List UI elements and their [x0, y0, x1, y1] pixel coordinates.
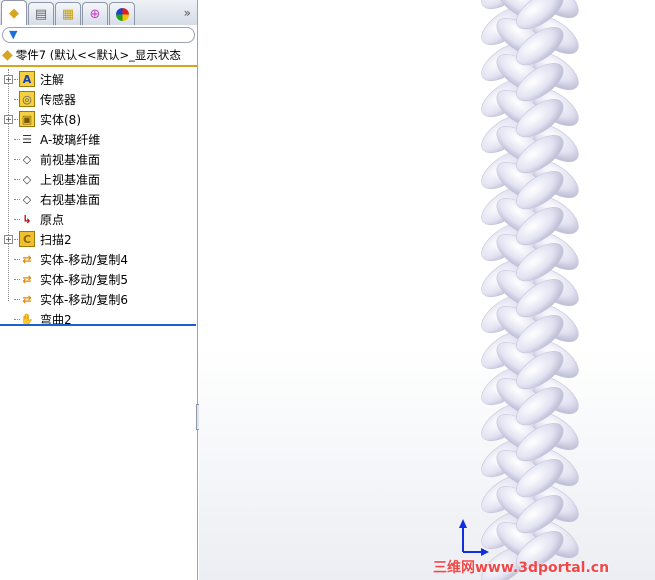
- tree-item[interactable]: ✋ 弯曲2: [0, 309, 197, 329]
- filter-input[interactable]: ▼: [2, 27, 195, 43]
- more-tabs-button[interactable]: »: [184, 6, 191, 20]
- tree-item-label: 传感器: [40, 92, 77, 107]
- tree-item[interactable]: ◇ 上视基准面: [0, 169, 197, 189]
- expand-toggle[interactable]: +: [4, 114, 13, 124]
- move-copy-icon: ⇄: [22, 252, 32, 266]
- plane-icon: ◇: [22, 152, 32, 166]
- tree-item[interactable]: ☰ A-玻璃纤维: [0, 129, 197, 149]
- tree-item-label: 实体-移动/复制4: [40, 252, 129, 267]
- tree-item-label: 原点: [40, 212, 65, 227]
- material-icon: ☰: [22, 132, 32, 146]
- tab-display-manager[interactable]: [109, 2, 135, 25]
- braided-model: [459, 0, 579, 580]
- config-icon: ▦: [61, 6, 75, 22]
- tree-item-label: 实体-移动/复制6: [40, 292, 129, 307]
- sweep-icon: C: [19, 231, 35, 247]
- tree-item-label: 实体-移动/复制5: [40, 272, 129, 287]
- tree-item[interactable]: ⇄ 实体-移动/复制5: [0, 269, 197, 289]
- tab-dimxpert[interactable]: ⊕: [82, 2, 108, 25]
- solid-bodies-icon: ▣: [19, 111, 35, 127]
- tree-item[interactable]: ◇ 右视基准面: [0, 189, 197, 209]
- expand-toggle[interactable]: +: [4, 234, 13, 244]
- origin-icon: ↳: [22, 212, 32, 226]
- tree-item[interactable]: ◇ 前视基准面: [0, 149, 197, 169]
- tab-property-manager[interactable]: ▤: [28, 2, 54, 25]
- rollback-bar[interactable]: [0, 324, 196, 326]
- crosshair-icon: ⊕: [89, 6, 101, 22]
- tree-item-label: 实体(8): [40, 112, 81, 127]
- move-copy-icon: ⇄: [22, 272, 32, 286]
- feature-manager-panel: ◆ ▤ ▦ ⊕ » ▼ ◆ 零件7 (默认<<默认>_显示状态 + A 注解 ◎ 传感器…: [0, 0, 198, 580]
- tree-item-label: 注解: [40, 72, 65, 87]
- part-icon: ◆: [2, 47, 13, 63]
- part-icon: ◆: [9, 5, 19, 21]
- panel-tabs: ◆ ▤ ▦ ⊕ »: [0, 0, 197, 25]
- tab-configuration-manager[interactable]: ▦: [55, 2, 81, 25]
- tree-item-label: 扫描2: [40, 232, 72, 247]
- move-copy-icon: ⇄: [22, 292, 32, 306]
- graphics-viewport[interactable]: [199, 0, 655, 580]
- tree-item-label: A-玻璃纤维: [40, 132, 101, 147]
- tab-feature-manager[interactable]: ◆: [1, 0, 27, 25]
- watermark: 三维网www.3dportal.cn: [433, 560, 610, 576]
- sensor-icon: ◎: [19, 91, 35, 107]
- feature-tree: + A 注解 ◎ 传感器 + ▣ 实体(8) ☰ A-玻璃纤维 ◇ 前视基准面 ◇ 上视基准面 ◇ 右视基准面…: [0, 67, 197, 329]
- tree-item[interactable]: ↳ 原点: [0, 209, 197, 229]
- annotation-icon: A: [19, 71, 35, 87]
- tree-item[interactable]: + ▣ 实体(8): [0, 109, 197, 129]
- tree-root-part[interactable]: ◆ 零件7 (默认<<默认>_显示状态: [0, 45, 197, 67]
- tree-item[interactable]: + C 扫描2: [0, 229, 197, 249]
- plane-icon: ◇: [22, 192, 32, 206]
- tree-item-label: 右视基准面: [40, 192, 101, 207]
- property-icon: ▤: [34, 6, 48, 22]
- tree-item-label: 前视基准面: [40, 152, 101, 167]
- expand-toggle[interactable]: +: [4, 74, 13, 84]
- filter-icon: ▼: [9, 28, 18, 41]
- tree-item[interactable]: ⇄ 实体-移动/复制4: [0, 249, 197, 269]
- tree-item[interactable]: + A 注解: [0, 69, 197, 89]
- tree-item-label: 上视基准面: [40, 172, 101, 187]
- root-label: 零件7 (默认<<默认>_显示状态: [15, 48, 181, 62]
- tree-item[interactable]: ⇄ 实体-移动/复制6: [0, 289, 197, 309]
- appearance-icon: [115, 7, 129, 21]
- tree-item[interactable]: ◎ 传感器: [0, 89, 197, 109]
- plane-icon: ◇: [22, 172, 32, 186]
